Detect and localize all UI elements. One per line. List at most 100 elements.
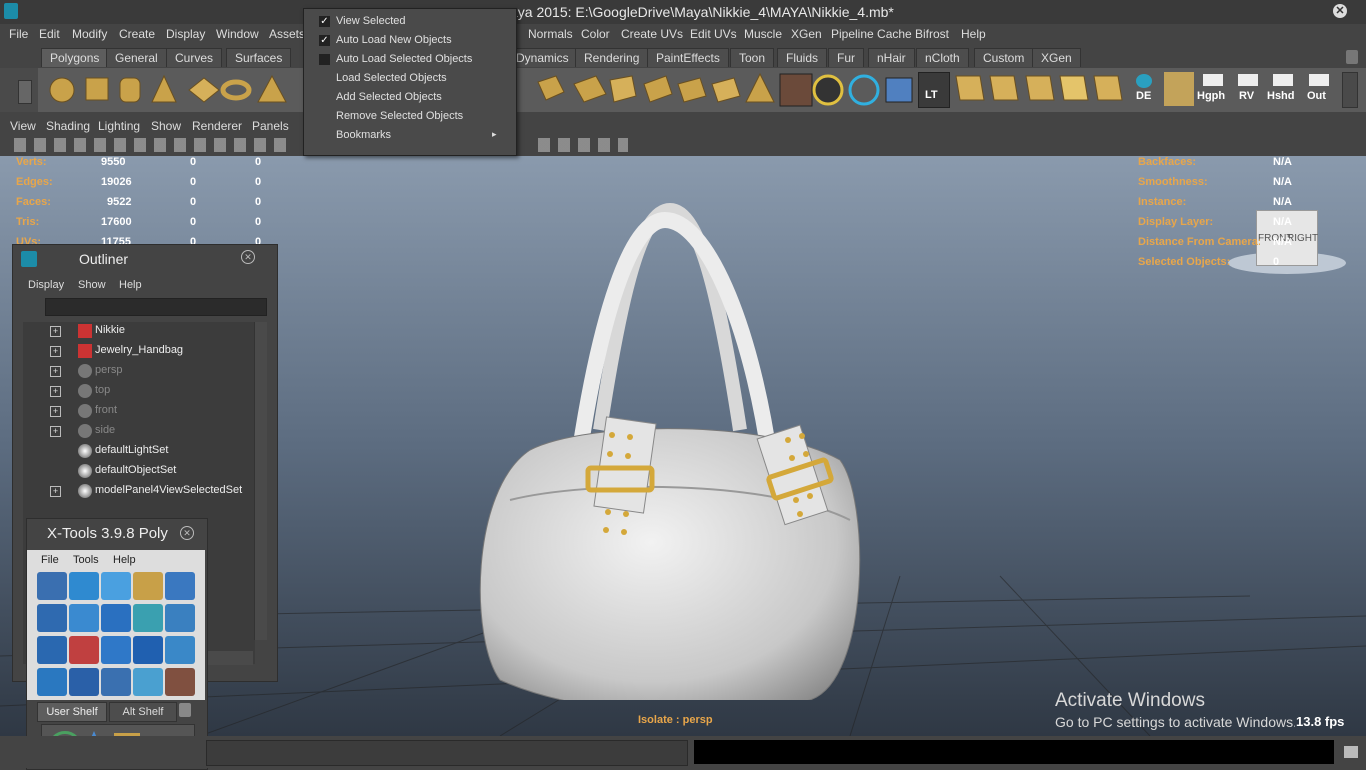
list-item[interactable]: + persp [23,362,253,382]
xtools-tool-icon[interactable] [165,668,195,696]
outliner-horizontal-scrollbar[interactable] [207,651,253,665]
close-icon[interactable]: ✕ [1333,4,1347,18]
outliner-search-input[interactable] [45,298,267,316]
panel-menu-panels[interactable]: Panels [252,119,289,133]
tab-surfaces[interactable]: Surfaces [226,48,292,67]
tab-curves[interactable]: Curves [166,48,223,67]
out-shelf-button[interactable]: Out [1304,72,1334,106]
command-input[interactable] [206,740,688,766]
xtools-tool-icon[interactable] [69,572,99,600]
expand-icon[interactable]: + [50,386,61,397]
outliner-menu-help[interactable]: Help [119,279,142,291]
tab-painteffects[interactable]: PaintEffects [647,48,729,67]
list-item[interactable]: + Jewelry_Handbag [23,342,253,362]
hgph-shelf-button[interactable]: Hgph [1196,72,1230,106]
close-icon[interactable]: ✕ [241,250,255,264]
list-item[interactable]: + top [23,382,253,402]
menu-color[interactable]: Color [581,27,610,41]
xtools-tool-icon[interactable] [133,636,163,664]
panel-menu-shading[interactable]: Shading [46,119,90,133]
list-item[interactable]: + Nikkie [23,322,253,342]
panel-tool-icons[interactable] [14,138,294,152]
list-item[interactable]: defaultLightSet [23,442,253,462]
xtools-tool-icon[interactable] [165,636,195,664]
tab-rendering[interactable]: Rendering [575,48,649,67]
expand-icon[interactable]: + [50,406,61,417]
expand-icon[interactable]: + [50,346,61,357]
list-item[interactable]: + side [23,422,253,442]
xtools-tool-icon[interactable] [101,668,131,696]
list-item[interactable]: + front [23,402,253,422]
menu-item-auto-load-new[interactable]: Auto Load New Objects [336,34,452,46]
panel-tool-icons-2[interactable] [538,138,628,152]
shelf-menu-icon[interactable] [18,80,32,104]
tab-nhair[interactable]: nHair [868,48,915,67]
outliner-menu-display[interactable]: Display [28,279,64,291]
menu-edit-uvs[interactable]: Edit UVs [690,27,737,41]
xtools-tool-icon[interactable] [69,636,99,664]
menu-normals[interactable]: Normals [528,27,573,41]
tab-fluids[interactable]: Fluids [777,48,828,67]
xtools-tool-icon[interactable] [37,604,67,632]
menu-create[interactable]: Create [119,27,155,41]
tab-user-shelf[interactable]: User Shelf [37,702,107,722]
tab-toon[interactable]: Toon [730,48,775,67]
panel-menu-show[interactable]: Show [151,119,181,133]
xtools-tool-icon[interactable] [165,572,195,600]
menu-help[interactable]: Help [961,27,986,41]
handbag-model[interactable] [470,200,880,700]
close-icon[interactable]: ✕ [180,526,194,540]
xtools-tool-icon[interactable] [37,668,67,696]
menu-item-bookmarks[interactable]: Bookmarks [336,129,391,141]
menu-create-uvs[interactable]: Create UVs [621,27,683,41]
menu-muscle[interactable]: Muscle [744,27,782,41]
tab-general[interactable]: General [106,48,167,67]
xtools-tool-icon[interactable] [69,604,99,632]
menu-modify[interactable]: Modify [72,27,107,41]
xtools-tool-icon[interactable] [133,604,163,632]
xtools-tool-icon[interactable] [133,572,163,600]
expand-icon[interactable]: + [50,486,61,497]
panel-menu-view[interactable]: View [10,119,36,133]
xtools-tool-icon[interactable] [37,572,67,600]
uv-misc-icon[interactable] [1164,72,1194,106]
xtools-menu-help[interactable]: Help [113,554,136,566]
xtools-tool-icon[interactable] [133,668,163,696]
tab-ncloth[interactable]: nCloth [916,48,969,67]
menu-item-auto-load-selected[interactable]: Auto Load Selected Objects [336,53,472,65]
panel-menu-lighting[interactable]: Lighting [98,119,140,133]
menu-pipeline-cache[interactable]: Pipeline Cache [831,27,912,41]
menu-assets[interactable]: Assets [269,27,305,41]
xtools-tool-icon[interactable] [69,668,99,696]
menu-edit[interactable]: Edit [39,27,60,41]
hshd-shelf-button[interactable]: Hshd [1266,72,1300,106]
xtools-tool-icon[interactable] [101,636,131,664]
tab-alt-shelf[interactable]: Alt Shelf [109,702,177,722]
menu-item-load-selected[interactable]: Load Selected Objects [336,72,447,84]
expand-icon[interactable]: + [50,326,61,337]
outliner-menu-show[interactable]: Show [78,279,106,291]
xtools-menu-tools[interactable]: Tools [73,554,99,566]
shelf-trash-icon[interactable] [1346,50,1358,64]
menu-display[interactable]: Display [166,27,205,41]
list-item[interactable]: + modelPanel4ViewSelectedSet [23,482,253,502]
tab-fur[interactable]: Fur [828,48,864,67]
shelf-options[interactable] [0,68,38,112]
outliner-vertical-scrollbar[interactable] [254,322,267,640]
xtools-menu-file[interactable]: File [41,554,59,566]
menu-item-remove-selected[interactable]: Remove Selected Objects [336,110,463,122]
expand-icon[interactable]: + [50,366,61,377]
tab-dynamics[interactable]: Dynamics [507,48,578,67]
xtools-tool-icon[interactable] [101,572,131,600]
expand-icon[interactable]: + [50,426,61,437]
xtools-tool-icon[interactable] [101,604,131,632]
menu-item-view-selected[interactable]: View Selected [336,15,406,27]
menu-file[interactable]: File [9,27,28,41]
rv-shelf-button[interactable]: RV [1234,72,1262,106]
panel-menu-renderer[interactable]: Renderer [192,119,242,133]
tab-custom[interactable]: Custom [974,48,1034,67]
lt-shelf-button[interactable]: LT [918,72,950,108]
shelf-scrollbar[interactable] [1342,72,1358,108]
de-shelf-button[interactable]: DE [1128,72,1160,106]
tab-polygons[interactable]: Polygons [41,48,109,67]
